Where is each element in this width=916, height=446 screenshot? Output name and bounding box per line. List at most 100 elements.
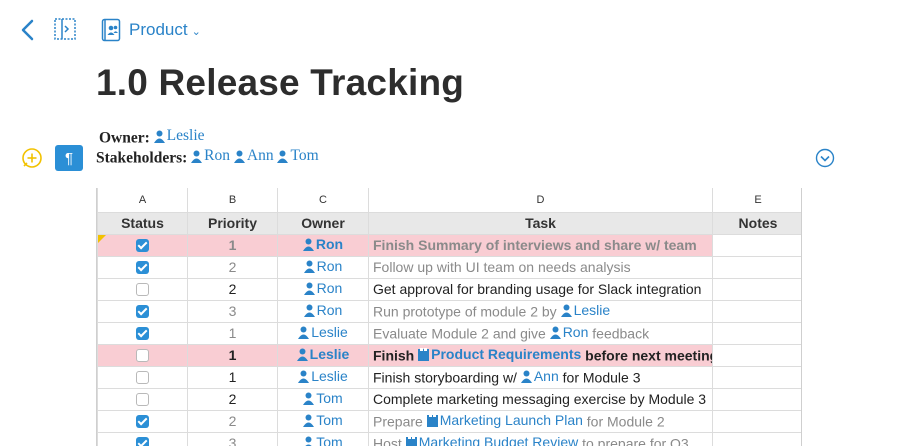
task-cell[interactable]: Host Marketing Budget Review to prepare …: [368, 431, 713, 446]
person-mention[interactable]: Ron: [549, 324, 588, 340]
owner-mention[interactable]: Ron: [302, 236, 343, 252]
owner-cell[interactable]: Ron: [277, 299, 369, 323]
status-cell[interactable]: [97, 343, 188, 367]
person-mention[interactable]: Ann: [520, 368, 559, 384]
priority-cell[interactable]: 2: [187, 387, 278, 411]
column-letter[interactable]: E: [712, 188, 801, 213]
status-checkbox[interactable]: [136, 414, 149, 428]
table-row[interactable]: 3 Ron Run prototype of module 2 by Leslie: [97, 299, 801, 323]
table-row[interactable]: 2 Tom Prepare Marketing Launch Plan for Mo…: [97, 409, 801, 433]
notes-cell[interactable]: [712, 431, 801, 446]
status-checkbox[interactable]: [136, 348, 149, 362]
add-comment-icon[interactable]: [21, 147, 43, 169]
column-letter[interactable]: A: [97, 188, 188, 213]
table-row[interactable]: 1 Ron Finish Summary of interviews and sha…: [97, 233, 801, 257]
owner-mention[interactable]: Leslie: [298, 368, 348, 384]
status-checkbox[interactable]: [136, 304, 149, 318]
owner-cell[interactable]: Tom: [277, 409, 369, 433]
table-row[interactable]: 3 Tom Host Marketing Budget Review to prep…: [97, 431, 801, 446]
task-cell[interactable]: Finish storyboarding w/ Ann for Module 3: [368, 365, 713, 389]
priority-cell[interactable]: 3: [187, 431, 278, 446]
notes-cell[interactable]: [712, 321, 801, 345]
status-checkbox[interactable]: [136, 282, 149, 296]
priority-cell[interactable]: 1: [187, 365, 278, 389]
column-letter[interactable]: C: [277, 188, 369, 213]
notes-cell[interactable]: [712, 387, 801, 411]
status-cell[interactable]: [97, 233, 188, 257]
owner-mention[interactable]: Tom: [303, 390, 343, 406]
table-row[interactable]: 1 Leslie Finish storyboarding w/ Ann for M…: [97, 365, 801, 389]
task-cell[interactable]: Evaluate Module 2 and give Ron feedback: [368, 321, 713, 345]
table-row[interactable]: 2 Tom Complete marketing messaging exercis…: [97, 387, 801, 411]
column-letter[interactable]: B: [187, 188, 278, 213]
collapse-chevron-icon[interactable]: [815, 148, 835, 168]
owner-cell[interactable]: Leslie: [277, 365, 369, 389]
status-cell[interactable]: [97, 255, 188, 279]
document-link[interactable]: Product Requirements: [418, 346, 581, 362]
paragraph-style-button[interactable]: ¶: [55, 145, 83, 171]
notes-cell[interactable]: [712, 233, 801, 257]
table-row[interactable]: 1 Leslie Evaluate Module 2 and give Ron fe…: [97, 321, 801, 345]
owner-mention[interactable]: Tom: [303, 434, 343, 446]
document-link[interactable]: Marketing Budget Review: [405, 434, 578, 446]
status-cell[interactable]: [97, 409, 188, 433]
comment-marker[interactable]: [98, 235, 106, 243]
task-cell[interactable]: Get approval for branding usage for Slac…: [368, 277, 713, 301]
owner-mention[interactable]: Leslie: [298, 324, 348, 340]
owner-cell[interactable]: Ron: [277, 233, 369, 257]
owner-mention[interactable]: Ron: [303, 302, 342, 318]
status-cell[interactable]: [97, 365, 188, 389]
header-task[interactable]: Task: [368, 211, 713, 235]
task-cell[interactable]: Run prototype of module 2 by Leslie: [368, 299, 713, 323]
status-checkbox[interactable]: [136, 326, 149, 340]
task-cell[interactable]: Complete marketing messaging exercise by…: [368, 387, 713, 411]
notes-cell[interactable]: [712, 365, 801, 389]
folder-selector[interactable]: Product ⌄: [101, 16, 201, 44]
priority-cell[interactable]: 1: [187, 343, 278, 367]
stakeholder-mention[interactable]: Ron: [191, 147, 230, 165]
priority-cell[interactable]: 1: [187, 321, 278, 345]
status-cell[interactable]: [97, 299, 188, 323]
panel-toggle-icon[interactable]: [53, 17, 77, 41]
priority-cell[interactable]: 2: [187, 277, 278, 301]
person-mention[interactable]: Leslie: [560, 302, 610, 318]
notes-cell[interactable]: [712, 277, 801, 301]
status-checkbox[interactable]: [136, 238, 149, 252]
priority-cell[interactable]: 3: [187, 299, 278, 323]
owner-cell[interactable]: Leslie: [277, 321, 369, 345]
owner-cell[interactable]: Tom: [277, 431, 369, 446]
notes-cell[interactable]: [712, 299, 801, 323]
task-cell[interactable]: Prepare Marketing Launch Plan for Module…: [368, 409, 713, 433]
notes-cell[interactable]: [712, 343, 801, 367]
table-row[interactable]: 1 Leslie Finish Product Requirements befor…: [97, 343, 801, 367]
document-link[interactable]: Marketing Launch Plan: [426, 412, 583, 428]
status-cell[interactable]: [97, 387, 188, 411]
owner-cell[interactable]: Ron: [277, 277, 369, 301]
stakeholder-mention[interactable]: Ann: [233, 147, 274, 165]
status-cell[interactable]: [97, 277, 188, 301]
header-status[interactable]: Status: [97, 211, 188, 235]
owner-mention[interactable]: Leslie: [153, 127, 205, 145]
back-arrow-icon[interactable]: [18, 18, 38, 42]
status-checkbox[interactable]: [136, 436, 149, 446]
notes-cell[interactable]: [712, 255, 801, 279]
status-checkbox[interactable]: [136, 260, 149, 274]
owner-mention[interactable]: Ron: [303, 280, 342, 296]
header-priority[interactable]: Priority: [187, 211, 278, 235]
owner-mention[interactable]: Leslie: [296, 346, 349, 362]
header-owner[interactable]: Owner: [277, 211, 369, 235]
owner-cell[interactable]: Ron: [277, 255, 369, 279]
column-letter[interactable]: D: [368, 188, 713, 213]
status-cell[interactable]: [97, 431, 188, 446]
owner-cell[interactable]: Leslie: [277, 343, 369, 367]
notes-cell[interactable]: [712, 409, 801, 433]
table-row[interactable]: 2 Ron Follow up with UI team on needs anal…: [97, 255, 801, 279]
status-checkbox[interactable]: [136, 392, 149, 406]
owner-cell[interactable]: Tom: [277, 387, 369, 411]
priority-cell[interactable]: 1: [187, 233, 278, 257]
owner-mention[interactable]: Ron: [303, 258, 342, 274]
header-notes[interactable]: Notes: [712, 211, 801, 235]
task-cell[interactable]: Follow up with UI team on needs analysis: [368, 255, 713, 279]
owner-mention[interactable]: Tom: [303, 412, 343, 428]
task-cell[interactable]: Finish Product Requirements before next …: [368, 343, 713, 367]
